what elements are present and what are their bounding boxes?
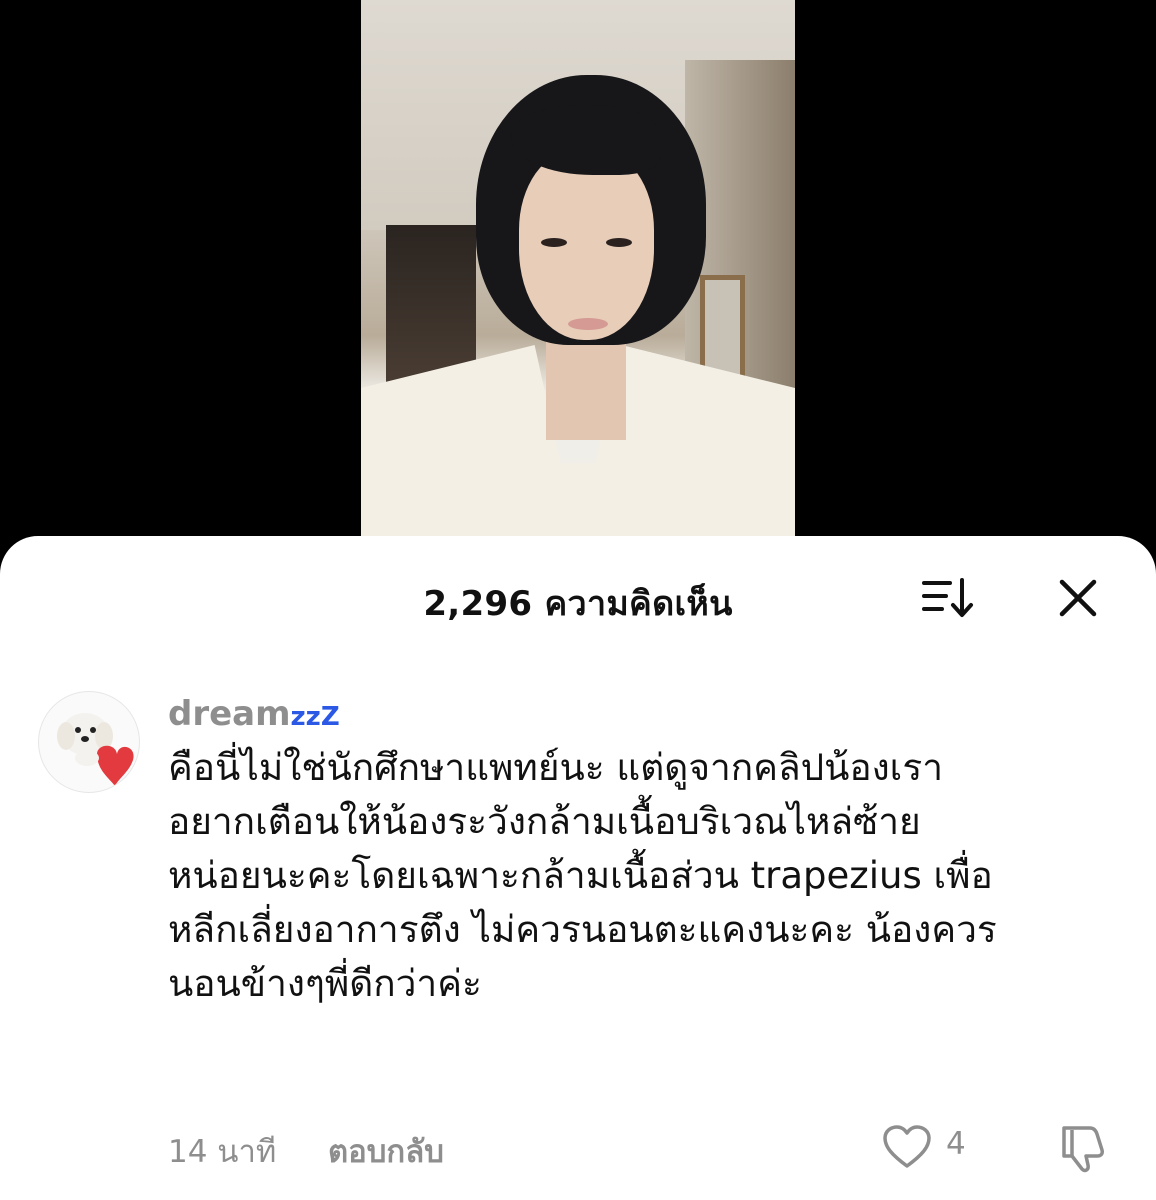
sort-icon[interactable]	[920, 576, 976, 620]
like-count: 4	[946, 1126, 966, 1162]
comment-footer: 14 นาที ตอบกลับ	[168, 1126, 444, 1176]
thumbs-down-icon[interactable]	[1058, 1122, 1112, 1174]
video-frame[interactable]	[361, 0, 795, 560]
comment-line: อยากเตือนให้น้องระวังกล้ามเนื้อบริเวณไหล…	[168, 800, 921, 843]
heart-icon[interactable]	[882, 1124, 932, 1170]
reply-button[interactable]: ตอบกลับ	[328, 1126, 444, 1176]
comment-line: หลีกเลี่ยงอาการตึง ไม่ควรนอนตะแคงนะคะ น้…	[168, 908, 997, 951]
screen: 2,296 ความคิดเห็น dreamzzZ คือนี่ไม่ใช่น…	[0, 0, 1156, 1200]
comment-line: นอนข้างๆพี่ดีกว่าค่ะ	[168, 962, 482, 1005]
video-face	[519, 150, 654, 340]
comment-text: คือนี่ไม่ใช่นักศึกษาแพทย์นะ แต่ดูจากคลิป…	[168, 741, 1118, 1011]
comments-sheet: 2,296 ความคิดเห็น dreamzzZ คือนี่ไม่ใช่น…	[0, 536, 1156, 1200]
video-eye	[541, 238, 567, 247]
close-icon[interactable]	[1056, 576, 1100, 620]
comment-username[interactable]: dreamzzZ	[168, 694, 340, 734]
comment-line: หน่อยนะคะโดยเฉพาะกล้ามเนื้อส่วน trapeziu…	[168, 854, 993, 897]
video-eye	[606, 238, 632, 247]
comment-timestamp: 14 นาที	[168, 1134, 277, 1170]
avatar-dog-with-heart-icon	[57, 713, 134, 786]
comment-line: คือนี่ไม่ใช่นักศึกษาแพทย์นะ แต่ดูจากคลิป…	[168, 746, 943, 789]
sleep-emoji: zzZ	[290, 702, 340, 732]
user-avatar[interactable]	[38, 691, 140, 793]
video-lips	[568, 318, 608, 330]
username-text: dream	[168, 694, 291, 734]
comments-count-title: 2,296 ความคิดเห็น	[423, 584, 733, 624]
video-neck	[546, 330, 626, 440]
video-doorway	[386, 225, 476, 385]
